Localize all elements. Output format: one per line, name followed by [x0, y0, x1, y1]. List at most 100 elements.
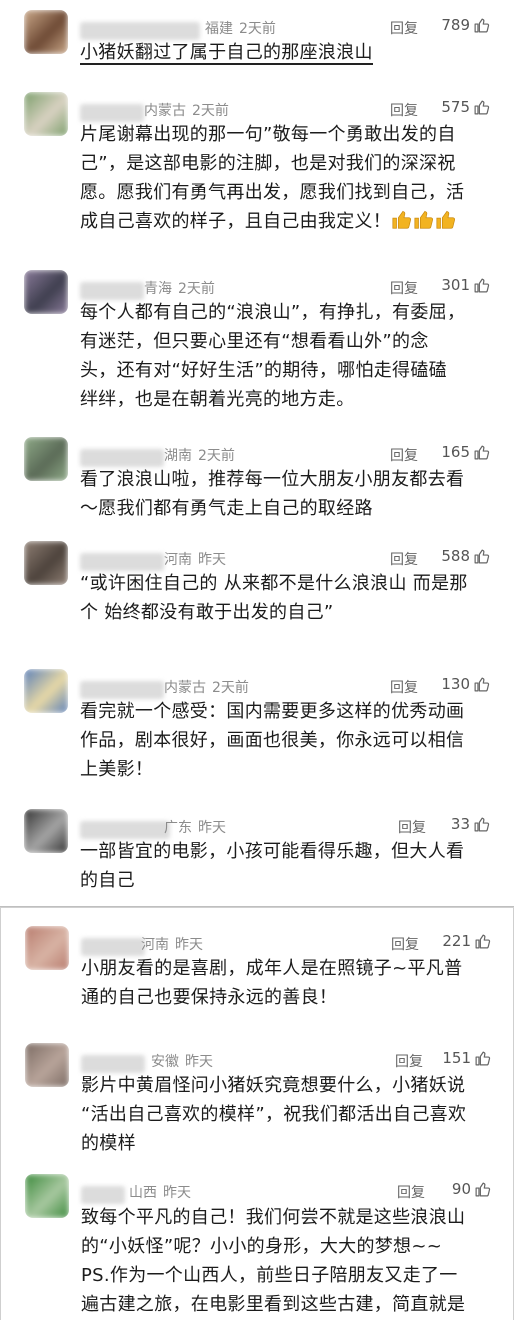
thumbs-up-emoji-icon [436, 210, 456, 229]
like-count: 90 [451, 1180, 471, 1198]
avatar[interactable] [24, 270, 68, 314]
location: 内蒙古 [144, 103, 186, 119]
like-button[interactable]: 588 [441, 547, 490, 565]
comment-line: 致每个平凡的自己！我们何尝不就是这些浪浪山 [81, 1207, 466, 1228]
comment-meta: 湖南 2天前 [164, 445, 235, 465]
reply-button[interactable]: 回复 [390, 445, 418, 465]
like-button[interactable]: 221 [442, 932, 491, 950]
like-button[interactable]: 130 [441, 675, 490, 693]
comment-line: 影片中黄眉怪问小猪妖究竟想要什么，小猪妖说 [81, 1075, 466, 1096]
like-count: 301 [441, 276, 470, 294]
username-blurred[interactable] [81, 1186, 125, 1204]
comment-line: 的“小妖怪”呢？小小的身形，大大的梦想~~ [81, 1236, 443, 1257]
comment-text: 小朋友看的是喜剧，成年人是在照镜子~平凡普 通的自己也要保持永远的善良！ [81, 954, 491, 1012]
like-count: 130 [441, 675, 470, 693]
timestamp: 2天前 [198, 448, 235, 464]
location: 青海 [144, 281, 172, 297]
reply-button[interactable]: 回复 [397, 1182, 425, 1202]
comment-line: 绊绊，也是在朝着光亮的地方走。 [80, 389, 355, 410]
reply-button[interactable]: 回复 [398, 817, 426, 837]
like-count: 221 [442, 932, 471, 950]
like-icon [474, 817, 490, 831]
comment-line: 的模样 [81, 1133, 136, 1154]
avatar[interactable] [24, 437, 68, 481]
like-count: 151 [442, 1049, 471, 1067]
comment-line: ～愿我们都有勇气走上自己的取经路 [80, 498, 373, 519]
comment-line: 片尾谢幕出现的那一句”敬每一个勇敢出发的自 [80, 124, 456, 145]
comment-text: 看完就一个感受：国内需要更多这样的优秀动画 作品，剧本很好，画面也很美，你永远可以… [80, 697, 490, 784]
like-button[interactable]: 301 [441, 276, 490, 294]
like-button[interactable]: 90 [452, 1180, 491, 1198]
comment-text: 每个人都有自己的“浪浪山”，有挣扎，有委屈， 有迷茫，但只要心里还有“想看看山外”… [80, 298, 490, 414]
comment-line: 看了浪浪山啦，推荐每一位大朋友小朋友都去看 [80, 469, 465, 490]
reply-button[interactable]: 回复 [390, 100, 418, 120]
comment-panel-1: 福建 2天前 回复 789 小猪妖翻过了属于自己的那座浪浪山 内蒙古 2天前 回复 575 片尾谢… [0, 0, 514, 907]
avatar[interactable] [24, 92, 68, 136]
comment-line: 上美影！ [80, 759, 154, 780]
avatar[interactable] [25, 926, 69, 970]
like-count: 588 [441, 547, 470, 565]
like-button[interactable]: 151 [442, 1049, 491, 1067]
reply-button[interactable]: 回复 [390, 549, 418, 569]
comment-line: 成自己喜欢的样子，且自己由我定义！ [80, 207, 490, 236]
comment-panel-2: 河南 昨天 回复 221 小朋友看的是喜剧，成年人是在照镜子~平凡普 通的自己也要保持永远… [0, 907, 514, 1320]
comment-line: 看完就一个感受：国内需要更多这样的优秀动画 [80, 701, 465, 722]
reply-button[interactable]: 回复 [395, 1051, 423, 1071]
like-button[interactable]: 575 [441, 98, 490, 116]
comment-line: 作品，剧本很好，画面也很美，你永远可以相信 [80, 730, 465, 751]
like-icon [474, 278, 490, 292]
timestamp: 昨天 [163, 1185, 191, 1201]
avatar[interactable] [24, 541, 68, 585]
comment-line: 遍古建之旅，在电影里看到这些古建，简直就是 [81, 1294, 466, 1315]
reply-button[interactable]: 回复 [390, 677, 418, 697]
comment-line: 头，还有对“好好生活”的期待，哪怕走得磕磕 [80, 360, 447, 381]
like-count: 789 [441, 16, 470, 34]
comment-text: 致每个平凡的自己！我们何尝不就是这些浪浪山 的“小妖怪”呢？小小的身形，大大的梦想… [81, 1203, 491, 1319]
thumbs-up-emoji-icon [392, 210, 412, 229]
comment-line: 每个人都有自己的“浪浪山”，有挣扎，有委屈， [80, 302, 466, 323]
location: 内蒙古 [164, 680, 206, 696]
comment-meta: 内蒙古 2天前 [164, 677, 249, 697]
timestamp: 昨天 [175, 937, 203, 953]
like-button[interactable]: 165 [441, 443, 490, 461]
avatar[interactable] [24, 669, 68, 713]
comment-line: 小猪妖翻过了属于自己的那座浪浪山 [80, 42, 373, 65]
like-count: 575 [441, 98, 470, 116]
comment-line: 一部皆宜的电影，小孩可能看得乐趣，但大人看 [80, 841, 465, 862]
comment-meta: 山西 昨天 [129, 1182, 191, 1202]
like-icon [475, 1182, 491, 1196]
comment-line: 有迷茫，但只要心里还有“想看看山外”的念 [80, 331, 429, 352]
avatar[interactable] [25, 1043, 69, 1087]
comment-text: “或许困住自己的 从来都不是什么浪浪山 而是那个 始终都没有敢于出发的自己” [80, 569, 490, 627]
location: 广东 [164, 820, 192, 836]
comment-line: 小朋友看的是喜剧，成年人是在照镜子~平凡普 [81, 958, 463, 979]
comment-text: 小猪妖翻过了属于自己的那座浪浪山 [80, 38, 490, 67]
like-button[interactable]: 789 [441, 16, 490, 34]
comment-line: “或许困住自己的 从来都不是什么浪浪山 而是那 [80, 573, 468, 594]
timestamp: 昨天 [198, 820, 226, 836]
reply-button[interactable]: 回复 [390, 18, 418, 38]
comment-meta: 福建 2天前 [205, 18, 276, 38]
avatar[interactable] [24, 10, 68, 54]
location: 福建 [205, 21, 233, 37]
location: 河南 [141, 937, 169, 953]
avatar[interactable] [24, 809, 68, 853]
thumbs-up-emoji-icon [414, 210, 434, 229]
comment-meta: 河南 昨天 [164, 549, 226, 569]
location: 河南 [164, 552, 192, 568]
comment-line: 通的自己也要保持永远的善良！ [81, 987, 338, 1008]
comment-line: 个 始终都没有敢于出发的自己” [80, 602, 334, 623]
comment-line: “活出自己喜欢的模样”，祝我们都活出自己喜欢 [81, 1104, 467, 1125]
like-icon [474, 18, 490, 32]
avatar[interactable] [25, 1174, 69, 1218]
comment-meta: 河南 昨天 [141, 934, 203, 954]
reply-button[interactable]: 回复 [391, 934, 419, 954]
location: 安徽 [151, 1054, 179, 1070]
comment-meta: 安徽 昨天 [151, 1051, 213, 1071]
comment-text: 一部皆宜的电影，小孩可能看得乐趣，但大人看 的自己 [80, 837, 490, 895]
timestamp: 2天前 [239, 21, 276, 37]
reply-button[interactable]: 回复 [390, 278, 418, 298]
like-icon [475, 934, 491, 948]
timestamp: 昨天 [198, 552, 226, 568]
like-button[interactable]: 33 [451, 815, 490, 833]
